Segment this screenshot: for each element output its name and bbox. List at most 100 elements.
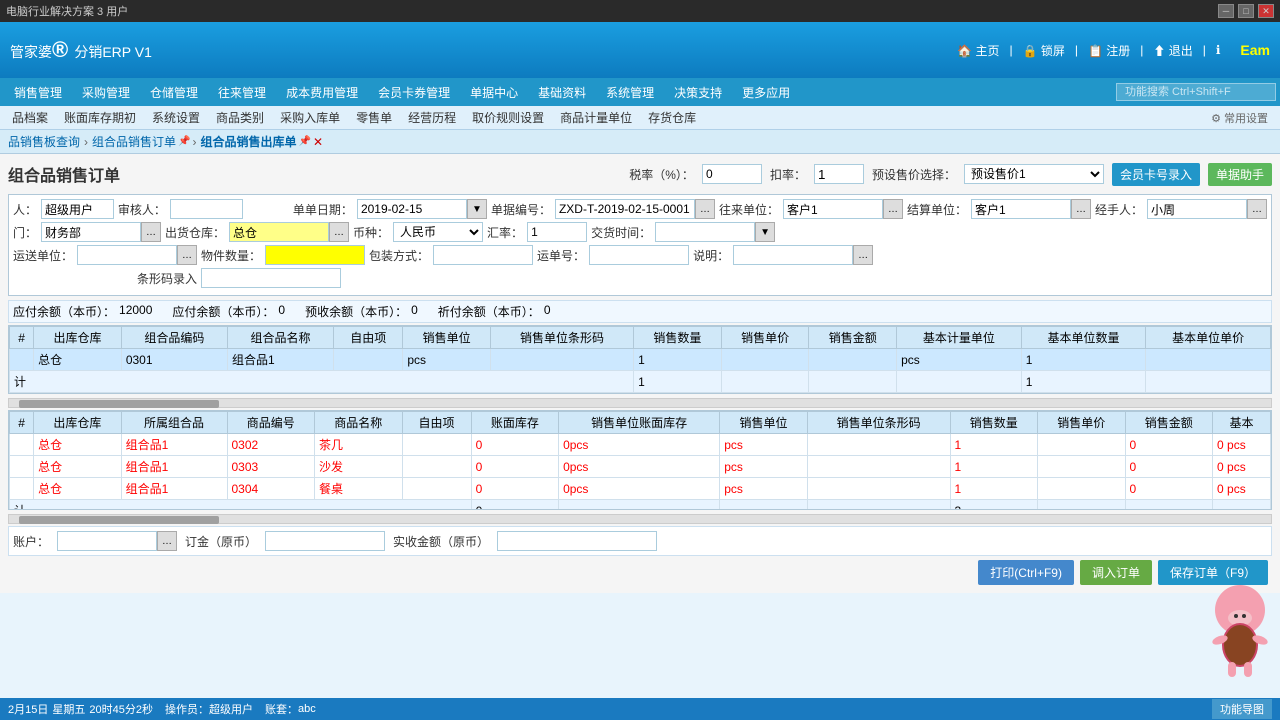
nav-basic[interactable]: 基础资料	[528, 78, 596, 106]
breadcrumb-item-3[interactable]: 组合品销售出库单	[198, 133, 298, 150]
subnav-retail[interactable]: 零售单	[348, 106, 400, 130]
account-btn[interactable]: …	[157, 531, 177, 551]
scan-code-input[interactable]	[201, 268, 341, 288]
subnav-purchase-in[interactable]: 采购入库单	[272, 106, 348, 130]
function-map-btn[interactable]: 功能导图	[1212, 699, 1272, 719]
warehouse-input[interactable]	[229, 222, 329, 242]
dept-btn[interactable]: …	[141, 222, 161, 242]
packaging-input[interactable]	[433, 245, 533, 265]
import-btn[interactable]: 调入订单	[1080, 560, 1152, 585]
print-btn[interactable]: 打印(Ctrl+F9)	[978, 560, 1074, 585]
nav-decision[interactable]: 决策支持	[664, 78, 732, 106]
remarks-input[interactable]	[733, 245, 853, 265]
detail-row[interactable]: 总仓 组合品1 0303 沙发 0 0pcs pcs 1 0 0 pcs	[10, 456, 1271, 478]
breadcrumb-pin-1[interactable]: 📌	[178, 136, 190, 147]
detail-row[interactable]: 总仓 组合品1 0304 餐桌 0 0pcs pcs 1 0 0 pcs	[10, 478, 1271, 500]
account-input[interactable]	[57, 531, 157, 551]
header-register[interactable]: 📋 注册	[1088, 42, 1130, 59]
exchange-input[interactable]	[527, 222, 587, 242]
manager-btn[interactable]: …	[1247, 199, 1267, 219]
dcol-unit: 销售单位	[720, 412, 808, 434]
common-settings-btn[interactable]: ⚙ 常用设置	[1203, 110, 1276, 126]
cell-warehouse: 总仓	[34, 349, 122, 371]
parts-qty-input[interactable]	[265, 245, 365, 265]
subnav-unit[interactable]: 商品计量单位	[552, 106, 640, 130]
dcol-stock: 账面库存	[471, 412, 559, 434]
discount-input[interactable]	[814, 164, 864, 184]
table-row[interactable]: 总仓 0301 组合品1 pcs 1 pcs 1	[10, 349, 1271, 371]
reviewer-input[interactable]	[170, 199, 243, 219]
received-input[interactable]	[497, 531, 657, 551]
subnav-price-rules[interactable]: 取价规则设置	[464, 106, 552, 130]
maximize-btn[interactable]: □	[1238, 4, 1254, 18]
trans-time-input[interactable]	[655, 222, 755, 242]
manager-input[interactable]	[1147, 199, 1247, 219]
mascot	[1200, 580, 1280, 680]
subnav-stock-init[interactable]: 账面库存期初	[56, 106, 144, 130]
subnav-settings[interactable]: 系统设置	[144, 106, 208, 130]
warehouse-btn[interactable]: …	[329, 222, 349, 242]
nav-system[interactable]: 系统管理	[596, 78, 664, 106]
detail-table: # 出库仓库 所属组合品 商品编号 商品名称 自由项 账面库存 销售单位账面库存…	[9, 411, 1271, 510]
parts-qty-label: 物件数量：	[201, 247, 261, 264]
dcol-code: 商品编号	[227, 412, 315, 434]
nav-purchase[interactable]: 采购管理	[72, 78, 140, 106]
receivable-value: 0	[278, 303, 285, 320]
header-exit[interactable]: ⬆ 退出	[1153, 42, 1192, 59]
date-input[interactable]	[357, 199, 467, 219]
settle-unit-label: 结算单位：	[907, 201, 967, 218]
col-sale-unit: 销售单位	[403, 327, 491, 349]
subnav-history[interactable]: 经营历程	[400, 106, 464, 130]
remarks-btn[interactable]: …	[853, 245, 873, 265]
nav-more[interactable]: 更多应用	[732, 78, 800, 106]
operator-input[interactable]	[41, 199, 114, 219]
function-search[interactable]	[1116, 83, 1276, 101]
page-title: 组合品销售订单	[8, 158, 120, 190]
order-input[interactable]	[265, 531, 385, 551]
tax-rate-input[interactable]	[702, 164, 762, 184]
nav-cost[interactable]: 成本费用管理	[276, 78, 368, 106]
order-no-btn[interactable]: …	[695, 199, 715, 219]
nav-member[interactable]: 会员卡券管理	[368, 78, 460, 106]
minimize-btn[interactable]: ─	[1218, 4, 1234, 18]
to-unit-input[interactable]	[783, 199, 883, 219]
header-home[interactable]: 🏠 主页	[957, 42, 999, 59]
remarks-field: …	[733, 245, 873, 265]
close-btn[interactable]: ✕	[1258, 4, 1274, 18]
nav-warehouse[interactable]: 仓储管理	[140, 78, 208, 106]
cell-amount	[809, 349, 897, 371]
member-card-btn[interactable]: 会员卡号录入	[1112, 163, 1200, 186]
price-select[interactable]: 预设售价1	[964, 164, 1104, 184]
detail-scrollbar[interactable]	[8, 514, 1272, 524]
nav-dealings[interactable]: 往来管理	[208, 78, 276, 106]
nav-sales[interactable]: 销售管理	[4, 78, 72, 106]
trans-unit-field: …	[77, 245, 197, 265]
date-btn[interactable]: ▼	[467, 199, 487, 219]
ship-no-input[interactable]	[589, 245, 689, 265]
subnav-stock-warehouse[interactable]: 存货仓库	[640, 106, 704, 130]
help-btn[interactable]: 单据助手	[1208, 163, 1272, 186]
trans-time-btn[interactable]: ▼	[755, 222, 775, 242]
settle-unit-btn[interactable]: …	[1071, 199, 1091, 219]
col-free: 自由项	[334, 327, 403, 349]
settle-unit-input[interactable]	[971, 199, 1071, 219]
nav-bill[interactable]: 单据中心	[460, 78, 528, 106]
exchange-label: 汇率：	[487, 224, 523, 241]
received-label: 实收金额（原币）	[393, 533, 489, 550]
dept-input[interactable]	[41, 222, 141, 242]
main-scrollbar[interactable]	[8, 398, 1272, 408]
breadcrumb-item-2[interactable]: 组合品销售订单	[90, 133, 178, 150]
order-no-input[interactable]	[555, 199, 695, 219]
subnav-category[interactable]: 商品类别	[208, 106, 272, 130]
to-unit-btn[interactable]: …	[883, 199, 903, 219]
currency-select[interactable]: 人民币	[393, 222, 483, 242]
trans-unit-btn[interactable]: …	[177, 245, 197, 265]
detail-row[interactable]: 总仓 组合品1 0302 茶几 0 0pcs pcs 1 0 0 pcs	[10, 434, 1271, 456]
subnav-product-archive[interactable]: 品档案	[4, 106, 56, 130]
breadcrumb-close[interactable]: ✕	[313, 135, 323, 149]
breadcrumb-item-1[interactable]: 品销售板查询	[6, 133, 82, 150]
trans-unit-input[interactable]	[77, 245, 177, 265]
header-lock[interactable]: 🔒 锁屏	[1023, 42, 1065, 59]
breadcrumb-pin-2[interactable]: 📌	[299, 136, 311, 147]
header-info[interactable]: ℹ	[1216, 43, 1221, 57]
